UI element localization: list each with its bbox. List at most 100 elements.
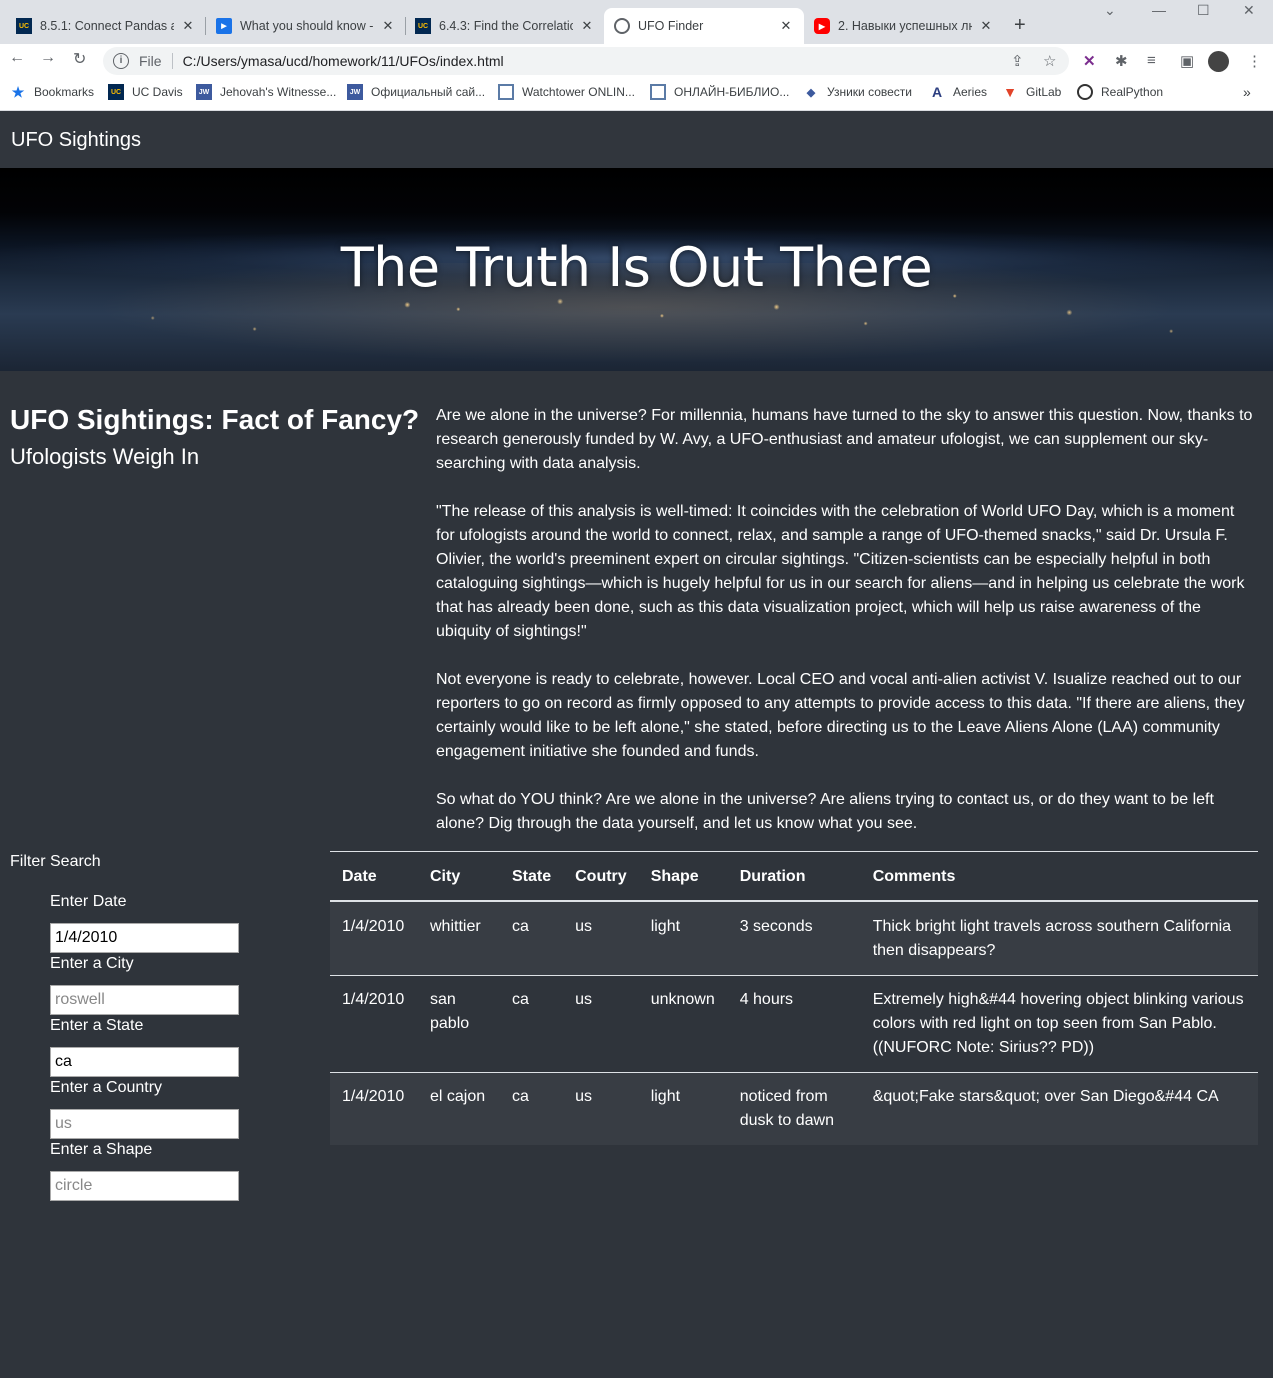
bookmark-item[interactable]: JW Официальный сай... — [347, 84, 485, 100]
bookmark-label: RealPython — [1101, 85, 1164, 99]
tab-title: 2. Навыки успешных люд — [838, 19, 972, 33]
cell-duration: noticed from dusk to dawn — [727, 1072, 861, 1145]
cell-city: el cajon — [418, 1072, 500, 1145]
reload-icon[interactable]: ↻ — [73, 49, 86, 69]
page-subtitle: Ufologists Weigh In — [10, 444, 200, 469]
city-input[interactable] — [50, 985, 239, 1015]
country-input[interactable] — [50, 1109, 239, 1139]
close-icon[interactable]: ✕ — [778, 18, 794, 34]
cell-duration: 3 seconds — [739, 918, 813, 935]
side-panel-icon[interactable]: ▣ — [1180, 52, 1194, 70]
article-paragraph: "The release of this analysis is well-ti… — [436, 503, 1245, 640]
tab-search-icon[interactable]: ⌄ — [1104, 2, 1116, 19]
article-body: Are we alone in the universe? For millen… — [436, 404, 1256, 860]
bookmark-label: Aeries — [953, 85, 988, 99]
cell-duration: 4 hours — [727, 975, 861, 1073]
bookmark-star-icon[interactable]: ☆ — [1043, 52, 1056, 70]
new-tab-icon[interactable]: + — [1014, 14, 1026, 37]
browser-tab[interactable]: ▶ 2. Навыки успешных люд ✕ — [804, 8, 1004, 44]
bookmark-label: Bookmarks — [34, 85, 95, 99]
bookmark-item[interactable]: JW Jehovah's Witnesse... — [196, 84, 336, 100]
cell-shape: light — [650, 918, 681, 935]
bookmark-item[interactable]: ◆ Узники совести — [803, 84, 912, 100]
cell-state: ca — [500, 1072, 564, 1145]
browser-tab[interactable]: UC 6.4.3: Find the Correlation ✕ — [405, 8, 605, 44]
cell-comments: Extremely high&#44 hovering object blink… — [860, 975, 1258, 1073]
close-icon[interactable]: ✕ — [180, 18, 196, 34]
ufo-table: Date City State Coutry Shape Duration Co… — [330, 851, 1258, 1145]
close-icon[interactable]: ✕ — [579, 18, 595, 34]
maximize-icon[interactable]: ☐ — [1197, 2, 1210, 19]
library-icon — [650, 84, 666, 100]
jw-icon: JW — [347, 84, 363, 100]
share-icon[interactable]: ⇪ — [1011, 52, 1024, 70]
column-header-date: Date — [330, 851, 418, 902]
gitlab-icon: ▼ — [1003, 84, 1017, 100]
close-icon[interactable]: ✕ — [380, 18, 396, 34]
window-close-icon[interactable]: ✕ — [1243, 2, 1255, 19]
bookmark-label: ОНЛАЙН-БИБЛИО... — [674, 85, 790, 99]
jw-icon: JW — [196, 84, 212, 100]
cell-country: us — [575, 918, 593, 935]
tab-title: 8.5.1: Connect Pandas and — [40, 19, 174, 33]
bookmark-item[interactable]: ▼ GitLab — [1002, 84, 1061, 100]
bookmark-label: Jehovah's Witnesse... — [220, 85, 337, 99]
avatar[interactable] — [1208, 51, 1229, 72]
ucd-icon: UC — [16, 18, 32, 34]
cell-date: 1/4/2010 — [342, 918, 405, 935]
page-title: UFO Sightings: Fact of Fancy? — [10, 404, 420, 435]
table-row: 1/4/2010 el cajon ca us light noticed fr… — [330, 1072, 1258, 1145]
bookmark-item[interactable]: UC UC Davis — [108, 84, 183, 100]
star-icon: ★ — [11, 83, 25, 100]
article-paragraph: Not everyone is ready to celebrate, howe… — [436, 671, 1245, 760]
address-scheme: File — [139, 53, 162, 69]
media-icon[interactable]: ≡ — [1147, 52, 1156, 69]
browser-tab[interactable]: UC 8.5.1: Connect Pandas and ✕ — [6, 8, 206, 44]
bookmark-item[interactable]: ★ Bookmarks — [10, 84, 94, 100]
date-input[interactable] — [50, 923, 239, 953]
cell-state: ca — [512, 918, 529, 935]
menu-icon[interactable]: ⋮ — [1247, 52, 1262, 70]
puzzle-icon[interactable]: ✱ — [1115, 52, 1128, 70]
browser-tab[interactable]: ▶ What you should know - ✕ — [206, 8, 406, 44]
extension-icon[interactable]: ✕ — [1083, 52, 1096, 70]
ucd-icon: UC — [108, 84, 124, 100]
info-icon[interactable]: i — [113, 53, 129, 69]
bookmark-item[interactable]: ОНЛАЙН-БИБЛИО... — [650, 84, 789, 100]
cell-comments: Thick bright light travels across southe… — [872, 918, 1232, 959]
shape-input[interactable] — [50, 1171, 239, 1201]
navbar-brand[interactable]: UFO Sightings — [11, 129, 141, 152]
column-header-city: City — [418, 851, 500, 902]
column-header-duration: Duration — [727, 851, 861, 902]
tab-title: What you should know - — [240, 19, 374, 33]
table-header-row: Date City State Coutry Shape Duration Co… — [330, 851, 1258, 902]
bookmark-item[interactable]: Watchtower ONLIN... — [498, 84, 635, 100]
browser-tab-active[interactable]: UFO Finder ✕ — [604, 8, 804, 44]
country-label: Enter a Country — [50, 1079, 163, 1096]
watchtower-icon — [498, 84, 514, 100]
ucd-icon: UC — [415, 18, 431, 34]
globe-icon — [614, 18, 630, 34]
bookmark-item[interactable]: RealPython — [1077, 84, 1163, 100]
city-label: Enter a City — [50, 955, 134, 972]
browser-tab-bar: UC 8.5.1: Connect Pandas and ✕ ▶ What yo… — [0, 0, 1273, 44]
hero-banner: The Truth Is Out There — [0, 168, 1273, 371]
address-url[interactable]: C:/Users/ymasa/ucd/homework/11/UFOs/inde… — [183, 53, 504, 69]
forward-icon[interactable]: → — [40, 49, 56, 67]
state-label: Enter a State — [50, 1017, 144, 1034]
cell-date: 1/4/2010 — [330, 975, 418, 1073]
cell-date: 1/4/2010 — [330, 1072, 418, 1145]
more-bookmarks-icon[interactable]: » — [1243, 84, 1251, 100]
shape-label: Enter a Shape — [50, 1141, 153, 1158]
close-icon[interactable]: ✕ — [978, 18, 994, 34]
bird-icon: ◆ — [806, 86, 816, 99]
youtube-icon: ▶ — [814, 18, 830, 34]
back-icon[interactable]: ← — [9, 49, 25, 67]
column-header-shape: Shape — [638, 851, 728, 902]
bookmark-item[interactable]: A Aeries — [929, 84, 987, 100]
minimize-icon[interactable]: — — [1152, 2, 1166, 18]
hero-title: The Truth Is Out There — [340, 236, 933, 299]
address-bar[interactable]: i File C:/Users/ymasa/ucd/homework/11/UF… — [103, 47, 1069, 75]
state-input[interactable] — [50, 1047, 239, 1077]
page-navbar: UFO Sightings — [0, 111, 1273, 168]
